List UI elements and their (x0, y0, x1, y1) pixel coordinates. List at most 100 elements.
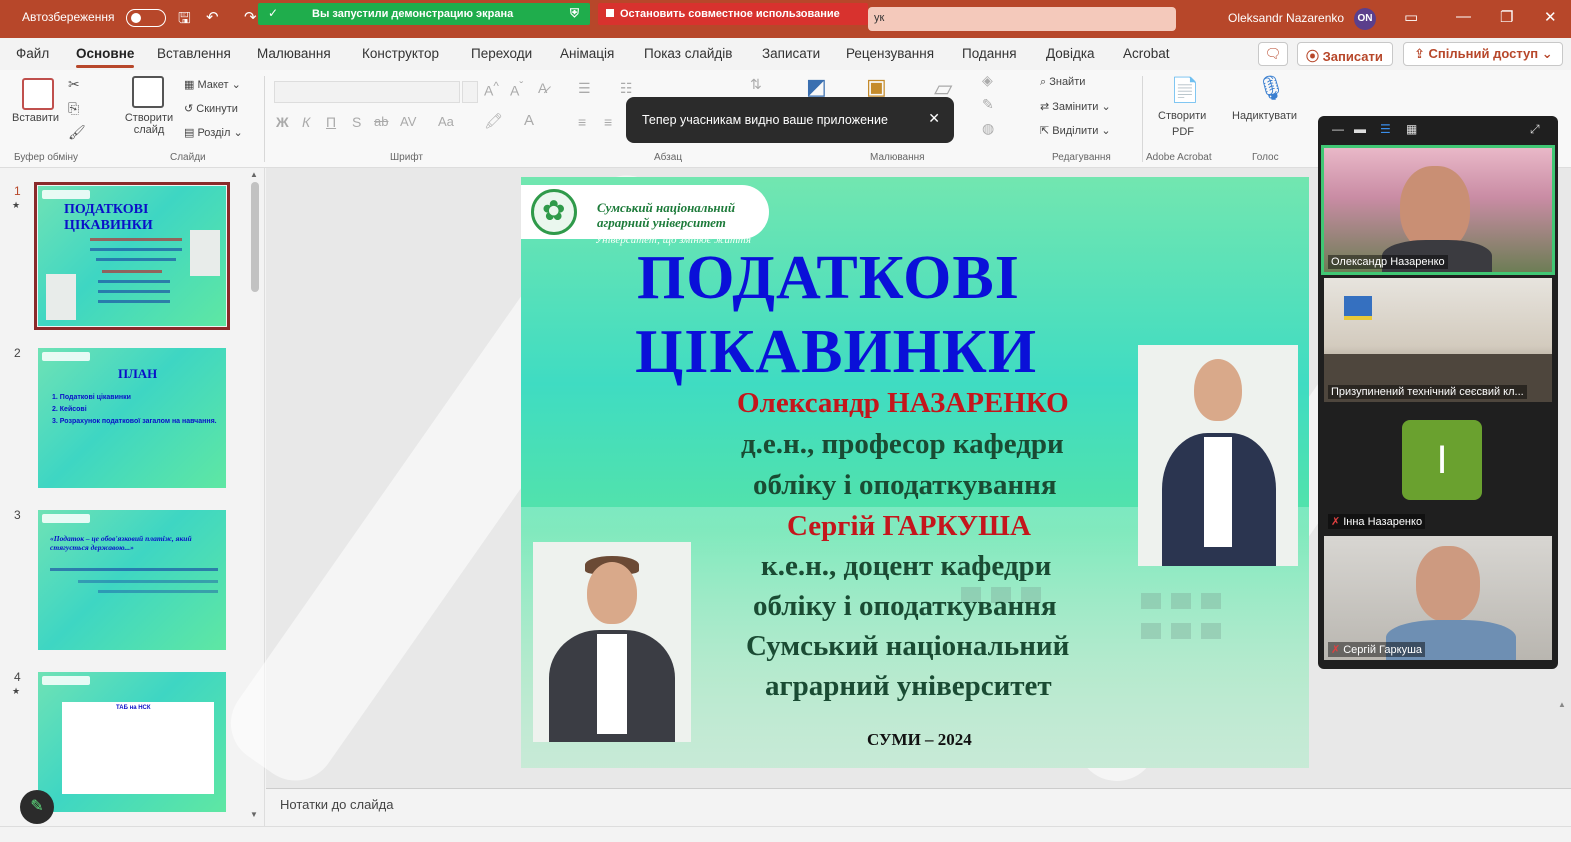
notes-pane[interactable]: Нотатки до слайда (266, 788, 1571, 822)
tab-view[interactable]: Подання (962, 46, 1017, 61)
tab-slideshow[interactable]: Показ слайдів (644, 46, 732, 61)
slide-thumbnail-3[interactable]: «Податок – це обов'язковий платіж, який … (38, 510, 226, 650)
bold-icon[interactable]: Ж (276, 114, 289, 130)
ribbon-display-icon[interactable]: ▭ (1404, 8, 1418, 26)
layout-button[interactable]: ▦ Макет ⌄ (184, 78, 241, 91)
bullets-icon[interactable]: ☰ (578, 80, 591, 97)
section-button[interactable]: ▤ Розділ ⌄ (184, 126, 243, 139)
copy-icon[interactable]: ⎘ (68, 100, 79, 117)
shape-outline-icon[interactable]: ✎ (982, 96, 994, 113)
paste-icon[interactable] (22, 78, 54, 110)
underline-icon[interactable]: П (326, 114, 336, 130)
photo-shirt (597, 634, 627, 734)
font-color-icon[interactable]: A (524, 112, 534, 129)
participant-tile[interactable]: Призупинений технічний сеєсвий кл... (1324, 278, 1552, 402)
strip-view-icon[interactable]: ☰ (1380, 122, 1391, 136)
thumb-text-line (90, 248, 182, 251)
tab-help[interactable]: Довідка (1046, 46, 1095, 61)
scroll-down-icon[interactable]: ▼ (250, 810, 258, 819)
clear-format-icon[interactable]: A̷ (538, 80, 547, 96)
gallery-view-icon[interactable]: ▦ (1406, 122, 1417, 136)
highlight-icon[interactable]: 🖍 (484, 112, 503, 130)
align-center-icon[interactable]: ≡ (604, 114, 612, 130)
tab-review[interactable]: Рецензування (846, 46, 934, 61)
shape-fill-icon[interactable]: ◈ (982, 72, 993, 89)
tab-record[interactable]: Записати (762, 46, 820, 61)
tab-acrobat[interactable]: Acrobat (1123, 46, 1170, 61)
slide-thumbnail-1[interactable]: ПОДАТКОВІ ЦІКАВИНКИ (34, 182, 230, 330)
tab-draw[interactable]: Малювання (257, 46, 331, 61)
minimize-icon[interactable]: — (1332, 122, 1344, 136)
change-case-icon[interactable]: Aa (438, 114, 454, 129)
tab-home[interactable]: Основне (76, 46, 135, 68)
numbering-icon[interactable]: ☷ (620, 80, 633, 97)
font-grow-icon[interactable]: A^ (484, 80, 499, 99)
slide-thumbnail-4[interactable]: ТАБ на НСК (38, 672, 226, 812)
close-icon[interactable]: ✕ (1544, 8, 1557, 26)
editor-scrollbar[interactable]: ▲ (1558, 700, 1568, 800)
save-icon[interactable]: 🖫 (178, 8, 191, 33)
tab-animations[interactable]: Анімація (560, 46, 614, 61)
tab-insert[interactable]: Вставлення (157, 46, 231, 61)
expand-icon[interactable]: ⤢ (1530, 122, 1540, 137)
create-pdf-button[interactable]: Створити (1158, 110, 1206, 122)
dictate-button[interactable]: Надиктувати (1232, 110, 1297, 122)
thumb-photo (190, 230, 220, 276)
font-family-select[interactable] (274, 81, 460, 103)
find-button[interactable]: ⌕ Знайти (1040, 76, 1085, 89)
comments-icon[interactable]: 🗨 (1258, 42, 1288, 66)
new-slide-button[interactable]: Створити слайд (123, 112, 175, 136)
participant-tile[interactable]: І ✗ Інна Назаренко (1324, 408, 1552, 532)
char-spacing-icon[interactable]: AV (400, 114, 416, 129)
scrollbar-thumb[interactable] (251, 182, 259, 292)
photo-shirt (1204, 437, 1232, 547)
thumb-logo (42, 676, 90, 685)
participant-tile[interactable]: Олександр Назаренко (1321, 145, 1555, 275)
microphone-icon[interactable]: 🎙 (1256, 74, 1286, 103)
speaker-view-icon[interactable]: ▬ (1354, 122, 1366, 136)
user-name[interactable]: Oleksandr Nazarenko (1228, 11, 1344, 25)
font-shrink-icon[interactable]: Aˇ (510, 80, 523, 99)
thumb-list-item: 3. Розрахунок податкової загалом на навч… (52, 418, 217, 425)
shape-effects-icon[interactable]: ◍ (982, 120, 994, 137)
undo-icon[interactable]: ↶ (206, 8, 219, 26)
close-icon[interactable]: ✕ (928, 110, 940, 127)
thumb-text-line (50, 568, 218, 571)
new-slide-icon[interactable] (132, 76, 164, 108)
cut-icon[interactable]: ✂ (68, 76, 80, 93)
tab-file[interactable]: Файл (16, 46, 49, 61)
scroll-up-icon[interactable]: ▲ (250, 170, 258, 179)
scroll-up-icon[interactable]: ▲ (1558, 700, 1568, 709)
tab-transitions[interactable]: Переходи (471, 46, 532, 61)
tab-design[interactable]: Конструктор (362, 46, 439, 61)
paste-button[interactable]: Вставити (12, 112, 59, 124)
reset-button[interactable]: ↺ Скинути (184, 102, 238, 115)
author-2-department: обліку і оподаткування (753, 590, 1057, 622)
italic-icon[interactable]: К (302, 114, 310, 130)
main-slide[interactable]: Сумський національний аграрний університ… (521, 177, 1309, 768)
share-button[interactable]: ⇪ Спільний доступ ⌄ (1403, 42, 1563, 66)
autosave-toggle[interactable] (126, 9, 166, 27)
font-size-select[interactable] (462, 81, 478, 103)
participant-name: Сергій Гаркуша (1343, 644, 1423, 656)
group-adobe: Adobe Acrobat (1146, 152, 1212, 163)
shadow-icon[interactable]: S (352, 114, 361, 130)
avatar[interactable]: ON (1354, 8, 1376, 30)
stop-sharing-button[interactable]: Остановить совместное использование (598, 3, 868, 25)
create-pdf-icon[interactable]: 📄 (1170, 76, 1200, 105)
replace-button[interactable]: ⇄ Замінити ⌄ (1040, 100, 1111, 113)
strikethrough-icon[interactable]: ab (374, 114, 388, 129)
record-button[interactable]: ⦿ Записати (1297, 42, 1393, 66)
participant-tile[interactable]: ✗ Сергій Гаркуша (1324, 536, 1552, 660)
text-direction-icon[interactable]: ⇅ (750, 76, 762, 93)
minimize-icon[interactable]: — (1456, 8, 1471, 25)
thumb-logo (42, 514, 90, 523)
slide-thumbnail-2[interactable]: ПЛАН 1. Податкові цікавинки 2. Кейсові 3… (38, 348, 226, 488)
align-left-icon[interactable]: ≡ (578, 114, 586, 130)
pen-icon[interactable]: ✎ (20, 790, 54, 824)
select-button[interactable]: ⇱ Виділити ⌄ (1040, 124, 1111, 137)
maximize-icon[interactable]: ❐ (1500, 8, 1513, 26)
search-input[interactable]: ук (868, 7, 1176, 31)
redo-icon[interactable]: ↷ (244, 8, 257, 26)
format-painter-icon[interactable]: 🖌 (68, 124, 86, 141)
